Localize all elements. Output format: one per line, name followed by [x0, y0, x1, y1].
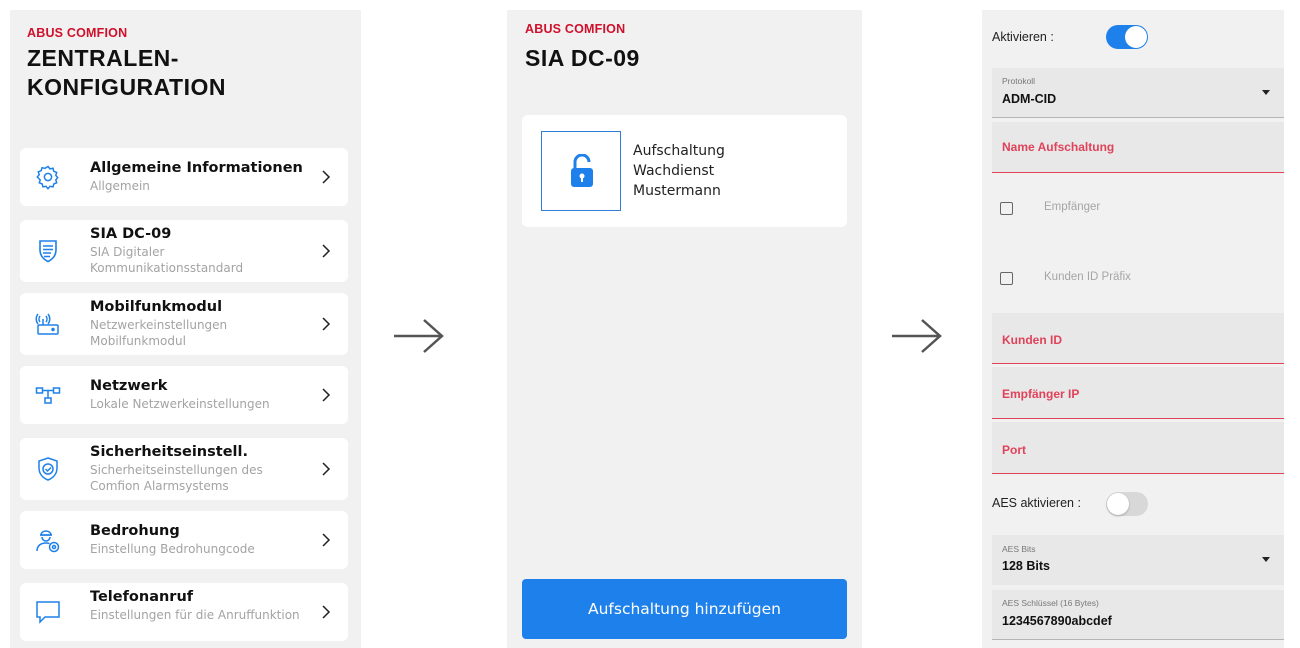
chevron-right-icon — [322, 317, 331, 331]
kunden-prefix-checkbox-row[interactable]: Kunden ID Präfix — [992, 260, 1284, 300]
menu-item-subtitle: Allgemein — [90, 179, 150, 193]
menu-item-subtitle: Einstellung Bedrohungcode — [90, 542, 255, 556]
connection-settings-screen: Aktivieren : Protokoll ADM-CID Name Aufs… — [982, 10, 1284, 648]
empfaenger-checkbox[interactable] — [1000, 202, 1013, 215]
toggle-knob — [1125, 26, 1147, 48]
entry-line: Mustermann — [633, 183, 721, 199]
aes-key-field[interactable]: AES Schlüssel (16 Bytes) 1234567890abcde… — [992, 590, 1284, 640]
aes-bits-select[interactable]: AES Bits 128 Bits — [992, 535, 1284, 585]
protokoll-select[interactable]: Protokoll ADM-CID — [992, 68, 1284, 118]
chevron-right-icon — [322, 605, 331, 619]
connection-entry-card[interactable]: Aufschaltung Wachdienst Mustermann — [522, 115, 847, 227]
lock-tile — [541, 131, 621, 211]
entry-line: Aufschaltung — [633, 143, 725, 159]
aes-bits-label: AES Bits — [1002, 544, 1036, 554]
chevron-right-icon — [322, 170, 331, 184]
arrow-right-icon — [892, 319, 942, 353]
aes-bits-value: 128 Bits — [1002, 559, 1050, 573]
toggle-knob — [1107, 493, 1129, 515]
menu-item-sia-dc-09[interactable]: SIA DC-09 SIA Digitaler Kommunikationsst… — [20, 220, 348, 282]
protokoll-label: Protokoll — [1002, 76, 1036, 86]
menu-item-bedrohung[interactable]: Bedrohung Einstellung Bedrohungcode — [20, 511, 348, 569]
menu-item-title: Allgemeine Informationen — [90, 160, 303, 176]
menu-item-netzwerk[interactable]: Netzwerk Lokale Netzwerkeinstellungen — [20, 366, 348, 424]
menu-item-sicherheitseinstellungen[interactable]: Sicherheitseinstell. Sicherheitseinstell… — [20, 438, 348, 500]
add-connection-button[interactable]: Aufschaltung hinzufügen — [522, 579, 847, 639]
page-title: SIA DC-09 — [525, 45, 640, 71]
network-icon — [35, 387, 61, 404]
name-aufschaltung-field[interactable]: Name Aufschaltung — [992, 122, 1284, 173]
protokoll-value: ADM-CID — [1002, 92, 1057, 106]
menu-item-title: SIA DC-09 — [90, 226, 172, 242]
menu-item-allgemeine-informationen[interactable]: Allgemeine Informationen Allgemein — [20, 148, 348, 206]
port-label: Port — [1002, 443, 1026, 457]
user-threat-icon — [36, 530, 60, 553]
configuration-screen: ABUS COMFION ZENTRALEN- KONFIGURATION Al… — [10, 10, 361, 648]
menu-item-title: Netzwerk — [90, 378, 168, 394]
chevron-right-icon — [322, 388, 331, 402]
menu-item-telefonanruf[interactable]: Telefonanruf Einstellungen für die Anruf… — [20, 583, 348, 641]
chevron-right-icon — [322, 244, 331, 258]
unlocked-padlock-icon — [571, 154, 593, 187]
page-title-line2: KONFIGURATION — [27, 74, 227, 100]
entry-line: Wachdienst — [633, 163, 715, 179]
router-icon — [35, 313, 59, 335]
menu-item-subtitle: Einstellungen für die Anruffunktion — [90, 608, 300, 622]
menu-item-subtitle: Sicherheitseinstellungen des Comfion Ala… — [90, 463, 263, 493]
aes-key-value: 1234567890abcdef — [1002, 614, 1112, 628]
sia-dc-09-screen: ABUS COMFION SIA DC-09 Aufschaltung Wach… — [507, 10, 862, 648]
speech-bubble-icon — [36, 601, 60, 624]
aes-activate-toggle[interactable] — [1106, 492, 1148, 516]
activate-toggle[interactable] — [1106, 25, 1148, 49]
security-shield-icon — [38, 457, 58, 481]
activate-label: Aktivieren : — [992, 30, 1054, 44]
brand-label: ABUS COMFION — [27, 26, 128, 40]
chevron-right-icon — [322, 462, 331, 476]
port-field[interactable]: Port — [992, 422, 1284, 474]
empfaenger-ip-field[interactable]: Empfänger IP — [992, 367, 1284, 419]
menu-item-subtitle: SIA Digitaler Kommunikationsstandard — [90, 245, 244, 275]
shield-icon — [39, 240, 57, 263]
aes-activate-label: AES aktivieren : — [992, 496, 1081, 510]
menu-item-title: Bedrohung — [90, 523, 180, 539]
menu-item-title: Mobilfunkmodul — [90, 299, 223, 315]
aes-key-label: AES Schlüssel (16 Bytes) — [1002, 598, 1099, 608]
menu-item-subtitle: Lokale Netzwerkeinstellungen — [90, 397, 270, 411]
name-aufschaltung-label: Name Aufschaltung — [1002, 140, 1115, 154]
kunden-prefix-checkbox[interactable] — [1000, 272, 1013, 285]
menu-item-mobilfunkmodul[interactable]: Mobilfunkmodul Netzwerkeinstellungen Mob… — [20, 293, 348, 355]
kunden-id-label: Kunden ID — [1002, 333, 1062, 347]
caret-down-icon — [1262, 90, 1270, 95]
page-title-line1: ZENTRALEN- — [27, 45, 179, 71]
arrow-right-icon — [394, 319, 444, 353]
chevron-right-icon — [322, 533, 331, 547]
caret-down-icon — [1262, 557, 1270, 562]
menu-item-title: Sicherheitseinstell. — [90, 444, 248, 460]
empfaenger-checkbox-row[interactable]: Empfänger — [992, 190, 1284, 230]
brand-label: ABUS COMFION — [525, 22, 626, 36]
kunden-id-field[interactable]: Kunden ID — [992, 313, 1284, 364]
gear-icon — [36, 165, 59, 190]
empfaenger-label: Empfänger — [1044, 201, 1101, 213]
menu-item-subtitle: Netzwerkeinstellungen Mobilfunkmodul — [90, 318, 228, 348]
menu-item-title: Telefonanruf — [90, 589, 194, 605]
connection-entry-name: Aufschaltung Wachdienst Mustermann — [633, 141, 813, 201]
empfaenger-ip-label: Empfänger IP — [1002, 387, 1080, 401]
kunden-prefix-label: Kunden ID Präfix — [1044, 271, 1131, 283]
